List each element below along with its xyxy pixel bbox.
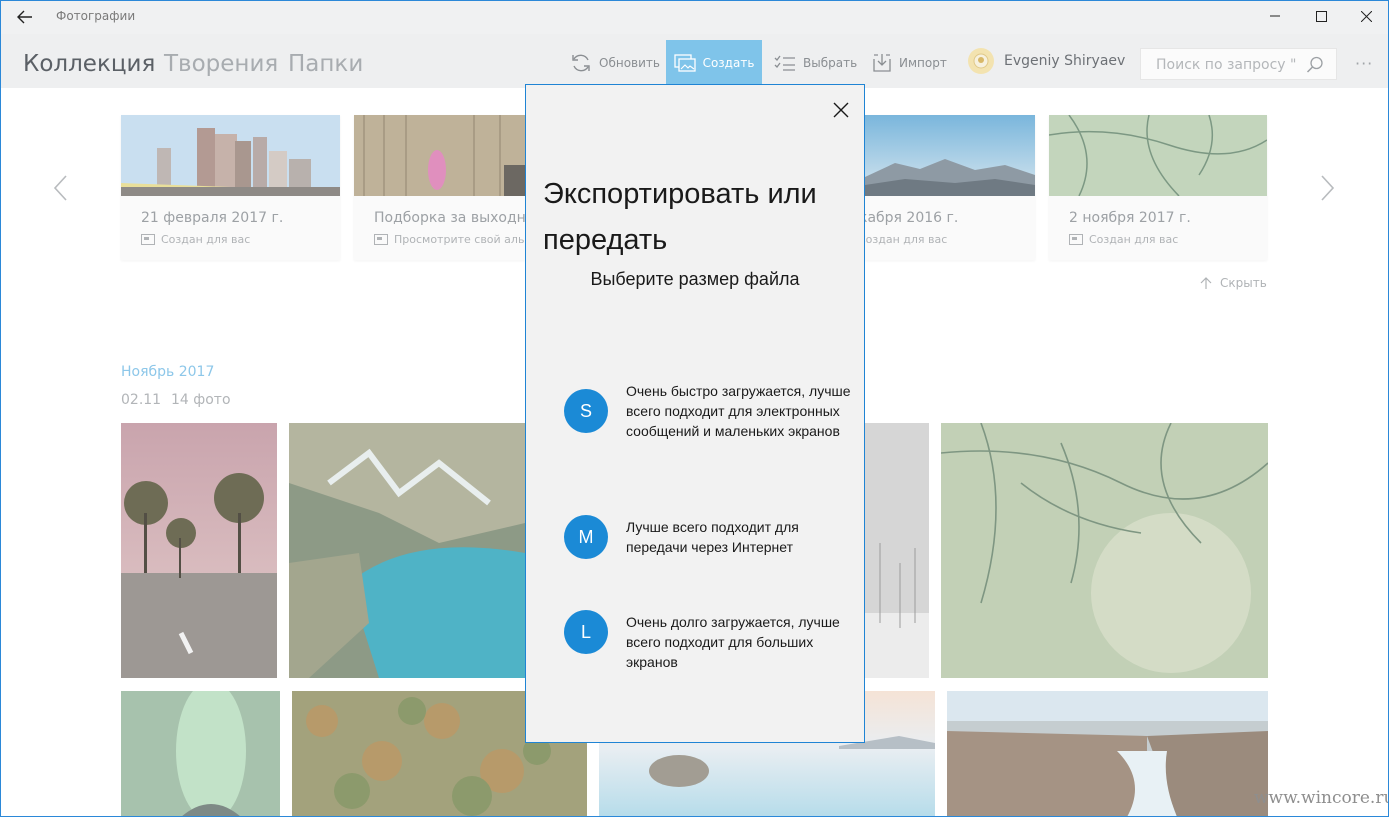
photo-thumbnail[interactable] xyxy=(121,423,277,678)
dialog-title: Экспортировать или передать xyxy=(543,178,817,256)
create-icon xyxy=(673,54,696,72)
memory-card-date: 2 ноября 2017 г. xyxy=(1069,210,1191,226)
memory-card[interactable]: кабря 2016 г. Создан для вас xyxy=(865,115,1035,260)
memory-card-subtitle: Создан для вас xyxy=(865,233,947,246)
import-icon xyxy=(873,54,891,72)
photo-thumbnail[interactable] xyxy=(947,691,1268,817)
size-badge: S xyxy=(564,389,608,433)
day-date: 02.11 xyxy=(121,392,162,408)
photo-aurora xyxy=(121,691,280,817)
memory-card-subtitle-text: Создан для вас xyxy=(161,233,251,246)
size-badge: M xyxy=(564,515,608,559)
photo-road-trees xyxy=(121,423,277,678)
search-input[interactable]: Поиск по запросу " xyxy=(1156,57,1296,73)
dialog-close-button[interactable] xyxy=(826,95,856,125)
photo-lake-mountain xyxy=(289,423,525,678)
user-account[interactable]: Evgeniy Shiryaev xyxy=(968,48,1125,74)
hide-memories-button[interactable]: Скрыть xyxy=(1200,276,1267,290)
dialog-subtitle: Выберите размер файла xyxy=(590,269,800,289)
size-description: Очень долго загружается, лучше всего под… xyxy=(626,614,840,670)
chevron-right-icon xyxy=(1321,175,1335,201)
memory-card-date: 21 февраля 2017 г. xyxy=(141,210,284,226)
select-list-icon xyxy=(774,55,795,71)
photo-thumbnail[interactable] xyxy=(865,423,929,678)
refresh-label: Обновить xyxy=(599,56,660,70)
size-option-small[interactable]: S Очень быстро загружается, лучше всего … xyxy=(564,381,854,465)
refresh-icon xyxy=(572,54,590,72)
minimize-icon xyxy=(1270,15,1280,17)
photo-count: 14 фото xyxy=(171,392,231,408)
minimize-button[interactable] xyxy=(1252,0,1298,32)
photos-app-window: Фотографии Коллекция Творения Папки Обно… xyxy=(0,0,1389,817)
user-avatar-icon xyxy=(973,53,989,69)
watermark-text: www.wincore.ru xyxy=(1254,788,1389,808)
size-description: Очень быстро загружается, лучше всего по… xyxy=(626,383,851,439)
memory-card[interactable]: Подборка за выходные Просмотрите свой ал… xyxy=(354,115,525,260)
memory-card-subtitle-text: Создан для вас xyxy=(1089,233,1179,246)
memory-card-subtitle: Создан для вас xyxy=(1069,233,1178,246)
tab-albums[interactable]: Творения xyxy=(164,51,278,77)
avatar xyxy=(968,48,994,74)
memory-card[interactable]: 2 ноября 2017 г. Создан для вас xyxy=(1048,114,1268,260)
import-button[interactable]: Импорт xyxy=(872,40,947,86)
photo-pine-branches xyxy=(941,423,1268,678)
create-button[interactable]: Создать xyxy=(666,40,762,86)
size-description: Лучше всего подходит для передачи через … xyxy=(626,519,799,555)
select-label: Выбрать xyxy=(803,56,858,70)
album-icon xyxy=(374,234,388,245)
more-options-icon[interactable]: ··· xyxy=(1355,54,1373,73)
memory-card-date: Подборка за выходные xyxy=(374,210,525,226)
carousel-next-button[interactable] xyxy=(1320,174,1340,202)
memory-thumbnail xyxy=(865,115,1035,196)
maximize-button[interactable] xyxy=(1298,0,1344,32)
tab-collection[interactable]: Коллекция xyxy=(23,51,155,77)
create-label: Создать xyxy=(702,56,755,70)
photo-winter-trees xyxy=(865,423,929,678)
album-icon xyxy=(1069,234,1083,245)
memory-thumbnail xyxy=(354,115,525,196)
title-bar: Фотографии xyxy=(0,0,1389,34)
memory-card-subtitle: Создан для вас xyxy=(141,233,250,246)
select-button[interactable]: Выбрать xyxy=(774,40,857,86)
arrow-up-icon xyxy=(1200,277,1212,289)
close-icon xyxy=(1360,10,1372,22)
hide-memories-label: Скрыть xyxy=(1220,276,1267,290)
back-arrow-icon xyxy=(17,10,32,24)
photo-canyon-waterfall xyxy=(947,691,1268,817)
carousel-prev-button[interactable] xyxy=(52,174,72,202)
month-heading[interactable]: Ноябрь 2017 xyxy=(121,364,214,380)
close-icon xyxy=(833,102,849,118)
chevron-left-icon xyxy=(53,175,67,201)
user-name: Evgeniy Shiryaev xyxy=(1004,53,1126,69)
memory-card-subtitle-text: Просмотрите свой альбом xyxy=(394,233,525,246)
memory-card[interactable]: 21 февраля 2017 г. Создан для вас xyxy=(120,115,341,260)
album-icon xyxy=(141,234,155,245)
maximize-icon xyxy=(1315,10,1327,22)
export-dialog: Экспортировать или передать Выберите раз… xyxy=(525,84,865,743)
import-label: Импорт xyxy=(899,56,947,70)
photo-thumbnail[interactable] xyxy=(289,423,525,678)
size-option-medium[interactable]: M Лучше всего подходит для передачи чере… xyxy=(564,515,854,561)
memory-thumbnail xyxy=(120,115,341,196)
back-button[interactable] xyxy=(8,2,42,32)
photo-thumbnail[interactable] xyxy=(941,423,1268,678)
app-header: Коллекция Творения Папки Обновить Создат… xyxy=(0,34,1389,88)
memory-card-subtitle-text: Создан для вас xyxy=(865,233,948,246)
memory-thumbnail xyxy=(1048,114,1268,197)
size-badge: L xyxy=(564,610,608,654)
size-option-large[interactable]: L Очень долго загружается, лучше всего п… xyxy=(564,610,854,676)
memory-card-date: кабря 2016 г. xyxy=(865,210,959,226)
close-window-button[interactable] xyxy=(1343,0,1389,32)
search-icon[interactable] xyxy=(1306,56,1324,74)
photo-thumbnail[interactable] xyxy=(121,691,280,817)
app-title: Фотографии xyxy=(56,9,136,23)
tab-folders[interactable]: Папки xyxy=(288,51,363,77)
search-box[interactable]: Поиск по запросу " xyxy=(1140,48,1337,80)
refresh-button[interactable]: Обновить xyxy=(570,40,660,86)
memory-card-subtitle: Просмотрите свой альбом xyxy=(374,233,525,246)
